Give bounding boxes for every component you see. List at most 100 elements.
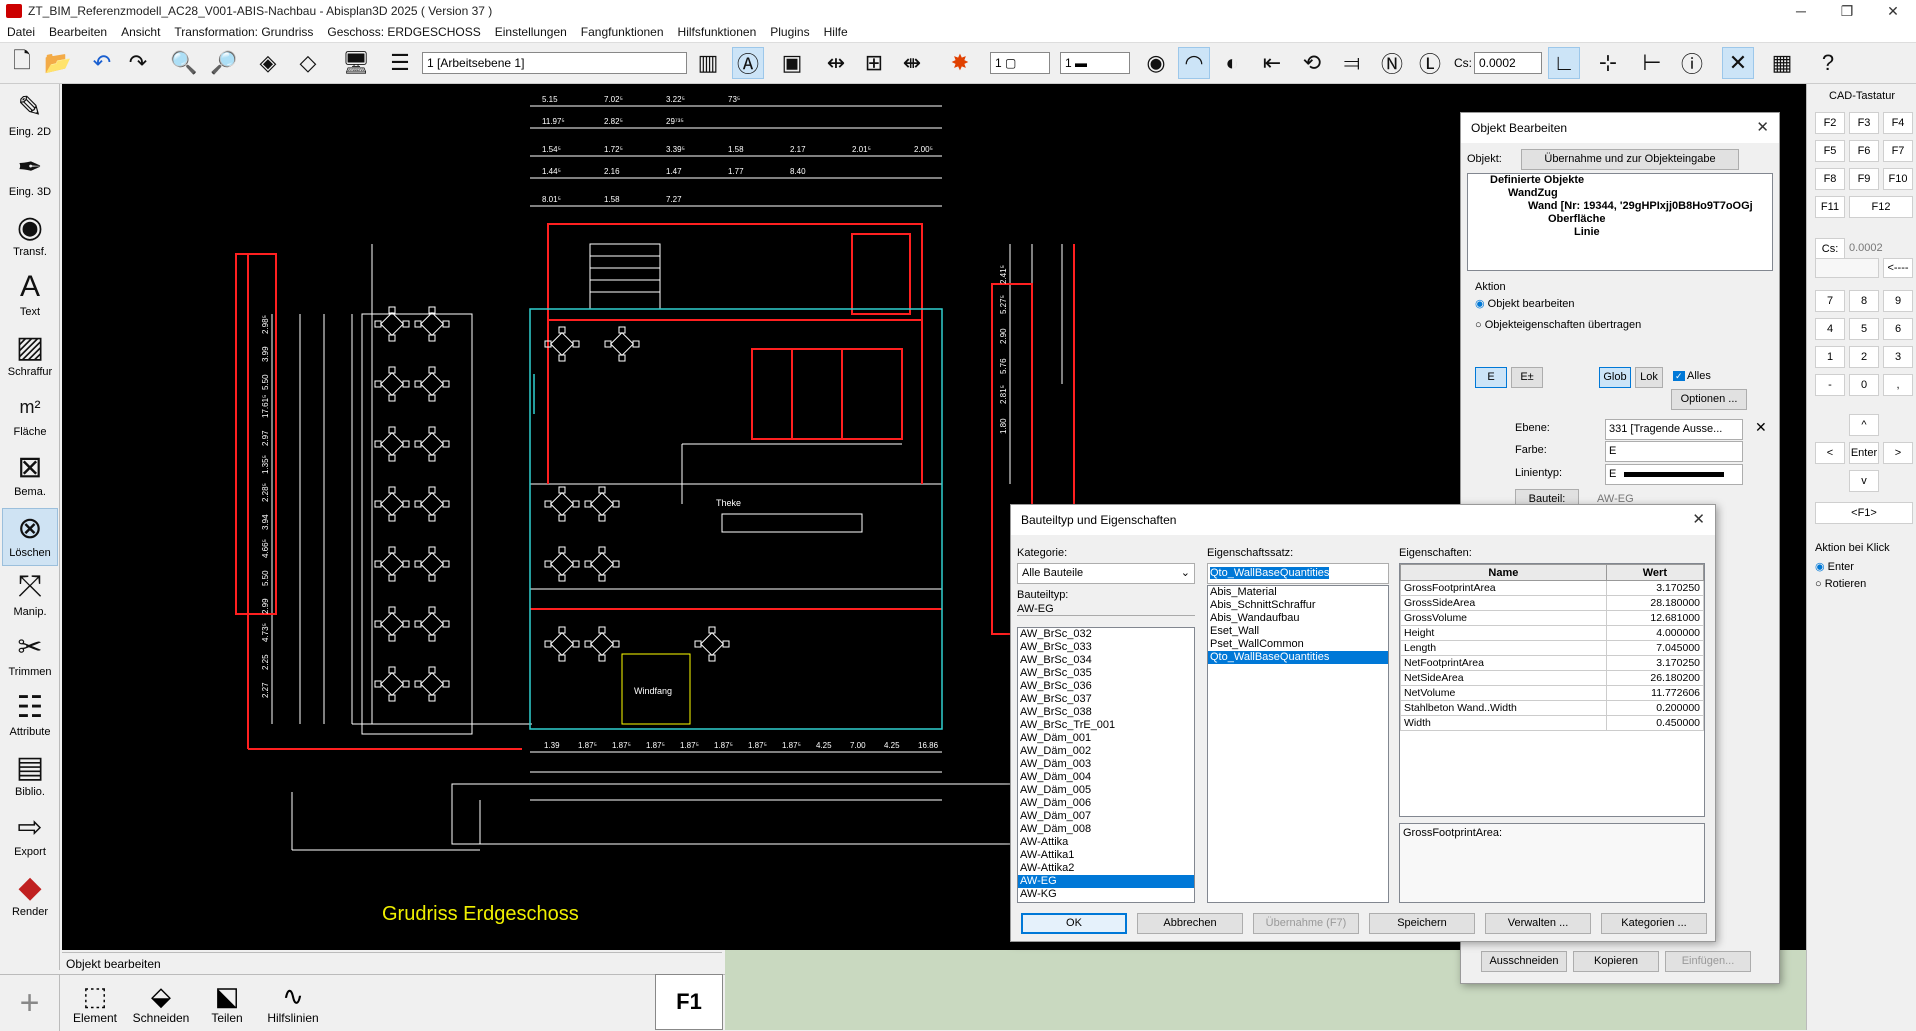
component-type-item[interactable]: AW_Däm_003 <box>1018 758 1194 771</box>
cut-button[interactable]: ⬙ Schneiden <box>130 981 192 1031</box>
property-value[interactable]: 26.180200 <box>1605 670 1704 686</box>
align-icon[interactable]: ⫤ <box>1336 47 1368 79</box>
palette-pen-3d-button[interactable]: ✒ Eing. 3D <box>2 148 58 206</box>
snap-arc-icon[interactable]: ◠ <box>1178 47 1210 79</box>
property-set-item[interactable]: Abis_Material <box>1208 586 1388 599</box>
num-key[interactable]: 7 <box>1815 290 1845 312</box>
component-type-item[interactable]: AW_BrSc_TrE_001 <box>1018 719 1194 732</box>
f1-key[interactable]: <F1> <box>1815 502 1913 524</box>
e-button[interactable]: E <box>1475 367 1507 388</box>
property-value[interactable]: 12.681000 <box>1605 610 1704 626</box>
guide-lines-button[interactable]: ∿ Hilfslinien <box>262 981 324 1031</box>
num-key[interactable]: 4 <box>1815 318 1845 340</box>
global-button[interactable]: Glob <box>1599 367 1631 388</box>
key-f7[interactable]: F7 <box>1883 140 1913 162</box>
property-set-item[interactable]: Qto_WallBaseQuantities <box>1208 651 1388 664</box>
snap-move-3-icon[interactable]: ⇼ <box>896 47 928 79</box>
save-button[interactable]: Speichern <box>1369 913 1475 934</box>
component-type-item[interactable]: AW-Attika2 <box>1018 862 1194 875</box>
network-icon[interactable]: ⊹ <box>1592 47 1624 79</box>
component-type-item[interactable]: AW_Däm_002 <box>1018 745 1194 758</box>
component-type-item[interactable]: AW-Attika <box>1018 836 1194 849</box>
manage-button[interactable]: Verwalten ... <box>1485 913 1591 934</box>
zoom-in-icon[interactable]: 🔍 <box>168 47 200 79</box>
properties-table[interactable]: Name Wert GrossFootprintArea 3.170250 Gross… <box>1399 563 1705 817</box>
e-plusminus-button[interactable]: E± <box>1511 367 1543 388</box>
property-row[interactable]: Stahlbeton Wand..Width 0.200000 <box>1400 700 1704 716</box>
object-tree[interactable]: Definierte Objekte WandZug Wand [Nr: 193… <box>1467 173 1773 271</box>
key-f8[interactable]: F8 <box>1815 168 1845 190</box>
left-key[interactable]: < <box>1815 442 1845 464</box>
radio-transfer-props[interactable]: ○ Objekteigenschaften übertragen <box>1475 319 1641 331</box>
property-row[interactable]: Height 4.000000 <box>1400 625 1704 641</box>
key-f2[interactable]: F2 <box>1815 112 1845 134</box>
property-set-field[interactable]: Qto_WallBaseQuantities <box>1207 563 1389 584</box>
local-button[interactable]: Lok <box>1635 367 1663 388</box>
key-f12[interactable]: F12 <box>1849 196 1913 218</box>
measure-icon[interactable]: ⊢ <box>1636 47 1668 79</box>
tree-node-linie[interactable]: Linie <box>1468 226 1772 239</box>
split-button[interactable]: ⬕ Teilen <box>196 981 258 1031</box>
property-value[interactable]: 28.180000 <box>1605 595 1704 611</box>
property-value[interactable]: 0.200000 <box>1605 700 1704 716</box>
palette-manipulate-button[interactable]: ⤧ Manip. <box>2 568 58 626</box>
component-type-item[interactable]: AW_Däm_001 <box>1018 732 1194 745</box>
component-type-item[interactable]: AW-Attika1 <box>1018 849 1194 862</box>
ok-button[interactable]: OK <box>1021 913 1127 934</box>
component-type-item[interactable]: AW_Däm_008 <box>1018 823 1194 836</box>
ebene-field[interactable]: 331 [Tragende Ausse... <box>1605 419 1743 440</box>
component-type-item[interactable]: AW-EG <box>1018 875 1194 888</box>
property-set-list[interactable]: Abis_Material Abis_SchnittSchraffur Abis_W… <box>1207 585 1389 903</box>
minimize-icon[interactable]: ─ <box>1778 0 1824 22</box>
property-row[interactable]: NetVolume 11.772606 <box>1400 685 1704 701</box>
component-type-item[interactable]: AW_BrSc_033 <box>1018 641 1194 654</box>
sun-icon[interactable]: ✸ <box>944 47 976 79</box>
ortho-icon[interactable]: ∟ <box>1548 47 1580 79</box>
categories-button[interactable]: Kategorien ... <box>1601 913 1707 934</box>
menu-hilfsfunktionen[interactable]: Hilfsfunktionen <box>671 25 764 39</box>
component-type-list[interactable]: AW_BrSc_032 AW_BrSc_033 AW_BrSc_034 AW_BrSc… <box>1017 627 1195 903</box>
component-type-item[interactable]: AW_BrSc_035 <box>1018 667 1194 680</box>
view-iso-icon[interactable]: ◈ <box>252 47 284 79</box>
property-value[interactable]: 7.045000 <box>1605 640 1704 656</box>
menu-datei[interactable]: Datei <box>0 25 42 39</box>
radio-enter[interactable]: ◉ Enter <box>1815 560 1854 573</box>
level-icon[interactable]: Ⓛ <box>1414 47 1446 79</box>
key-f10[interactable]: F10 <box>1883 168 1913 190</box>
component-type-item[interactable]: AW_BrSc_038 <box>1018 706 1194 719</box>
layer-a-icon[interactable]: Ⓐ <box>732 47 764 79</box>
cancel-button[interactable]: Abbrechen <box>1137 913 1243 934</box>
palette-delete-x-button[interactable]: ⊗ Löschen <box>2 508 58 566</box>
restore-icon[interactable]: ❐ <box>1824 0 1870 22</box>
palette-hatch-button[interactable]: ▨ Schraffur <box>2 328 58 386</box>
key-f6[interactable]: F6 <box>1849 140 1879 162</box>
component-type-item[interactable]: AW_Däm_005 <box>1018 784 1194 797</box>
num-key[interactable]: , <box>1883 374 1913 396</box>
monitor-icon[interactable]: 🖥 <box>340 47 372 79</box>
camera-icon[interactable]: ▣ <box>776 47 808 79</box>
menu-plugins[interactable]: Plugins <box>763 25 816 39</box>
close-icon[interactable]: ✕ <box>1692 505 1705 535</box>
key-f5[interactable]: F5 <box>1815 140 1845 162</box>
redo-icon[interactable]: ↷ <box>122 47 154 79</box>
grid-icon[interactable]: ▦ <box>1766 47 1798 79</box>
palette-area-m2-button[interactable]: m² Fläche <box>2 388 58 446</box>
cs-key[interactable]: Cs: <box>1815 238 1845 260</box>
component-type-item[interactable]: AW_BrSc_032 <box>1018 628 1194 641</box>
north-icon[interactable]: Ⓝ <box>1376 47 1408 79</box>
key-f4[interactable]: F4 <box>1883 112 1913 134</box>
pen-select[interactable]: 1 ▢ <box>990 52 1050 74</box>
view-plus-icon[interactable]: ◇ <box>292 47 324 79</box>
property-value[interactable]: 3.170250 <box>1605 655 1704 671</box>
up-key[interactable]: ^ <box>1849 414 1879 436</box>
zoom-window-icon[interactable]: 🔎 <box>208 47 240 79</box>
palette-scissors-button[interactable]: ✂ Trimmen <box>2 628 58 686</box>
num-key[interactable]: 0 <box>1849 374 1879 396</box>
target-icon[interactable]: ◉ <box>1140 47 1172 79</box>
cut-object-button[interactable]: Ausschneiden <box>1481 951 1567 972</box>
property-row[interactable]: NetSideArea 26.180200 <box>1400 670 1704 686</box>
new-file-icon[interactable]: 🗋 <box>6 47 38 79</box>
rotate-icon[interactable]: ⟲ <box>1296 47 1328 79</box>
property-set-item[interactable]: Abis_Wandaufbau <box>1208 612 1388 625</box>
property-row[interactable]: GrossFootprintArea 3.170250 <box>1400 580 1704 596</box>
